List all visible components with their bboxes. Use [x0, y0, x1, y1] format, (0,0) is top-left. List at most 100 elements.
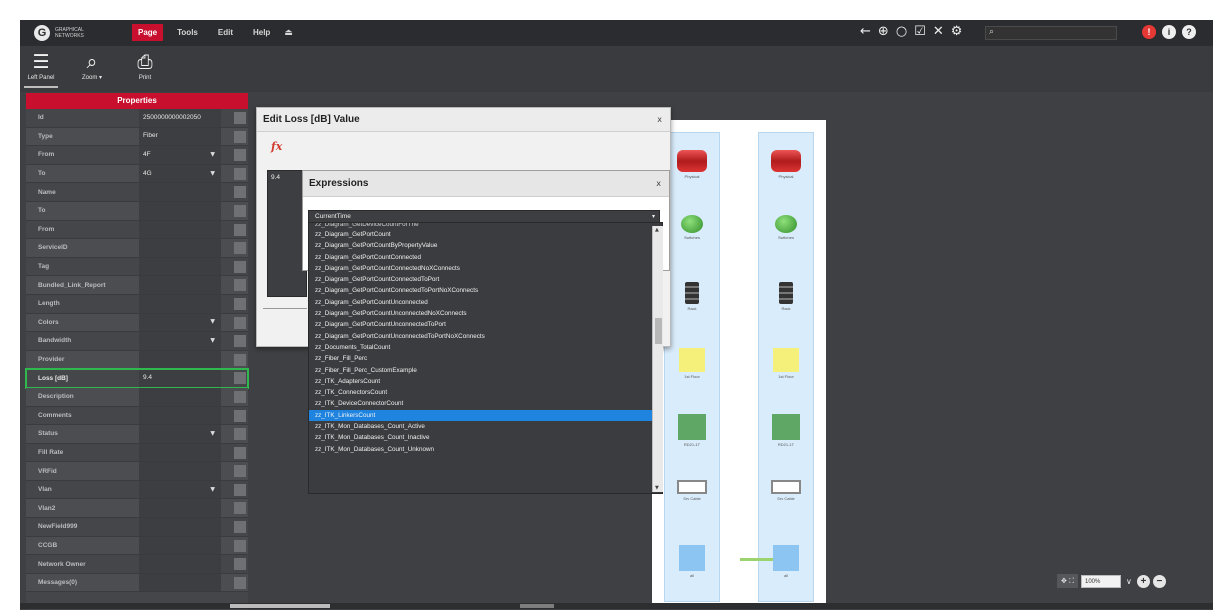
property-edit-button[interactable] — [234, 204, 246, 217]
alert-icon[interactable]: ! — [1142, 25, 1156, 39]
expression-option[interactable]: zz_Diagram_GetPortCountConnectedNoXConne… — [309, 263, 662, 274]
property-value[interactable] — [139, 573, 221, 592]
property-row[interactable]: Fill Rate — [26, 443, 248, 463]
property-row[interactable]: Bundled_Link_Report — [26, 276, 248, 295]
property-edit-button[interactable] — [234, 521, 246, 534]
options-scrollbar[interactable]: ▲ ▼ — [652, 226, 663, 492]
property-row[interactable]: Length — [26, 294, 248, 314]
property-value[interactable] — [139, 443, 221, 462]
property-row[interactable]: Provider — [26, 350, 248, 370]
property-row[interactable]: NewField999 — [26, 518, 248, 537]
property-row[interactable]: Comments — [26, 406, 248, 426]
property-edit-button[interactable] — [234, 279, 246, 292]
property-edit-button[interactable] — [234, 353, 246, 366]
property-edit-button[interactable] — [234, 409, 246, 422]
zoom-level-input[interactable]: 100% — [1081, 574, 1121, 588]
zoom-in-icon[interactable]: + — [1136, 574, 1150, 588]
expressions-close-button[interactable]: x — [656, 179, 661, 188]
property-edit-button[interactable] — [234, 167, 246, 180]
expression-options-list[interactable]: zz_Diagram_GetDeviceCountForThe zz_Diagra… — [308, 222, 663, 494]
gear-icon[interactable]: ⚙ — [951, 25, 963, 39]
diagram-node[interactable]: 1st Floor — [758, 348, 814, 379]
property-edit-button[interactable] — [234, 390, 246, 403]
expression-option[interactable]: zz_Diagram_GetPortCountUnconnected — [309, 297, 662, 308]
expression-option[interactable]: zz_Fiber_Fill_Perc — [309, 353, 662, 364]
fit-screen-icon[interactable]: ✥ ⛶ — [1057, 574, 1078, 588]
property-value[interactable] — [139, 387, 221, 406]
property-row[interactable]: Loss [dB] 9.4 — [25, 368, 249, 389]
expression-option[interactable]: zz_Diagram_GetPortCountUnconnectedToPort — [309, 319, 662, 330]
property-row[interactable]: Vlan2 — [26, 499, 248, 519]
diagram-node[interactable]: Rack — [664, 282, 720, 311]
expression-option[interactable]: zz_Documents_TotalCount — [309, 342, 662, 353]
dropdown-arrow-icon[interactable]: ▼ — [210, 481, 215, 499]
property-row[interactable]: Tag — [26, 257, 248, 277]
circle-icon[interactable]: ○ — [896, 25, 907, 39]
expression-option[interactable]: zz_ITK_AdaptersCount — [309, 376, 662, 387]
function-icon[interactable]: fx — [271, 140, 282, 153]
property-value[interactable] — [139, 518, 221, 536]
property-row[interactable]: From 4F ▼ — [26, 146, 248, 165]
property-row[interactable]: Id 2500000000002050 — [26, 109, 248, 128]
diagram-canvas[interactable]: Physical Switches Rack 1st Floor RD21-1T Srv … — [652, 120, 826, 608]
menu-help[interactable]: Help — [247, 24, 276, 41]
property-edit-button[interactable] — [234, 576, 246, 589]
diagram-node[interactable]: 1st Floor — [664, 348, 720, 379]
left-panel-button[interactable]: ☰ Left Panel — [24, 50, 58, 88]
property-row[interactable]: Type Fiber — [26, 127, 248, 147]
property-value[interactable]: 4G ▼ — [139, 164, 221, 183]
property-edit-button[interactable] — [234, 446, 246, 459]
scroll-down-icon[interactable]: ▼ — [655, 485, 659, 491]
property-edit-button[interactable] — [234, 186, 246, 199]
property-value[interactable]: ▼ — [139, 313, 221, 332]
expression-option[interactable]: zz_ITK_Mon_Databases_Count_Active — [309, 421, 662, 432]
property-edit-button[interactable] — [234, 149, 246, 162]
property-edit-button[interactable] — [234, 483, 246, 496]
expression-option[interactable]: zz_Diagram_GetPortCountByPropertyValue — [309, 240, 662, 251]
property-edit-button[interactable] — [234, 242, 246, 255]
property-edit-button[interactable] — [234, 260, 246, 273]
property-edit-button[interactable] — [234, 223, 246, 236]
property-row[interactable]: Name — [26, 183, 248, 202]
property-edit-button[interactable] — [234, 465, 246, 478]
property-row[interactable]: Bandwidth ▼ — [26, 332, 248, 351]
diagram-node[interactable]: Physical — [758, 150, 814, 179]
property-value[interactable] — [139, 462, 221, 480]
property-row[interactable]: ServiceID — [26, 239, 248, 258]
property-value[interactable] — [139, 350, 221, 369]
property-edit-button[interactable] — [234, 539, 246, 552]
property-row[interactable]: From — [26, 220, 248, 240]
print-button[interactable]: ⎙ Print — [128, 50, 162, 88]
property-row[interactable]: Vlan ▼ — [26, 480, 248, 500]
property-value[interactable] — [139, 183, 221, 201]
dropdown-arrow-icon[interactable]: ▼ — [210, 425, 215, 443]
canvas-scroll-thumb[interactable] — [520, 604, 554, 608]
zoom-out-icon[interactable]: − — [1152, 574, 1166, 588]
expression-option[interactable]: zz_ITK_Mon_Databases_Count_Inactive — [309, 432, 662, 443]
scrollbar-thumb[interactable] — [655, 318, 662, 344]
property-edit-button[interactable] — [234, 502, 246, 515]
tools-icon[interactable]: ✕ — [933, 25, 944, 39]
property-edit-button[interactable] — [234, 558, 246, 571]
expression-option[interactable]: zz_ITK_DeviceConnectorCount — [309, 398, 662, 409]
menu-page[interactable]: Page — [132, 24, 164, 41]
expression-option[interactable]: zz_ITK_ConnectorsCount — [309, 387, 662, 398]
property-value[interactable]: ▼ — [139, 480, 221, 499]
diagram-node[interactable]: Switches — [758, 215, 814, 240]
property-value[interactable]: ▼ — [139, 332, 221, 350]
eject-icon[interactable]: ⏏ — [284, 27, 293, 38]
diagram-node[interactable]: Physical — [664, 150, 720, 179]
property-row[interactable]: Colors ▼ — [26, 313, 248, 333]
property-value[interactable]: 4F ▼ — [139, 146, 221, 164]
property-value[interactable] — [139, 276, 221, 294]
dropdown-arrow-icon[interactable]: ▼ — [210, 165, 215, 183]
expression-option[interactable]: zz_ITK_Mon_Databases_Count_Unknown — [309, 444, 662, 455]
property-row[interactable]: Network Owner — [26, 555, 248, 574]
diagram-node[interactable]: Switches — [664, 215, 720, 240]
property-value[interactable] — [139, 257, 221, 276]
property-row[interactable]: Description — [26, 387, 248, 407]
diagram-node[interactable]: Srv Cable — [664, 480, 720, 501]
expression-option[interactable]: zz_Diagram_GetPortCountConnectedToPortNo… — [309, 285, 662, 296]
property-value[interactable] — [139, 555, 221, 573]
property-row[interactable]: To 4G ▼ — [26, 164, 248, 184]
